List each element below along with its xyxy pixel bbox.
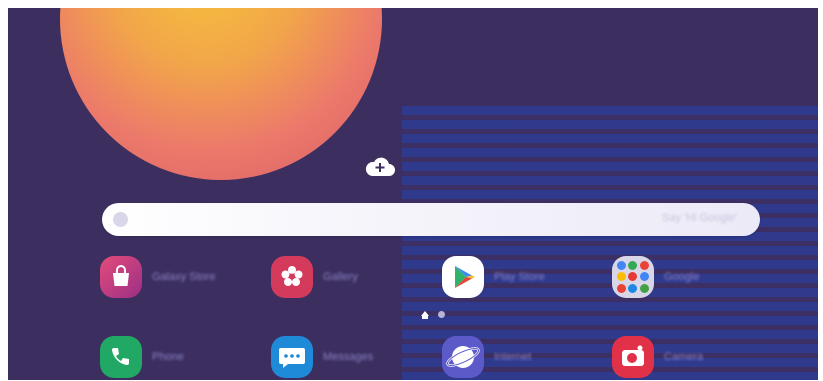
search-placeholder: Say 'Hi Google' <box>662 212 738 224</box>
wallpaper-sun <box>60 8 382 180</box>
app-label: Messages <box>323 351 374 363</box>
app-gallery[interactable]: Gallery <box>271 256 431 304</box>
flower-icon <box>271 256 313 298</box>
app-label: Camera <box>664 351 704 363</box>
phone-icon <box>100 336 142 378</box>
app-google-folder[interactable]: Google <box>612 256 772 304</box>
app-label: Gallery <box>323 271 358 283</box>
app-label: Play Store <box>494 271 545 283</box>
internet-icon <box>442 336 484 378</box>
search-bar[interactable]: Say 'Hi Google' <box>102 203 760 236</box>
page-dot[interactable] <box>438 311 445 318</box>
play-store-icon <box>442 256 484 298</box>
app-galaxy-store[interactable]: Galaxy Store <box>100 256 260 304</box>
app-label: Google <box>664 271 700 283</box>
app-internet[interactable]: Internet <box>442 336 602 380</box>
app-camera[interactable]: Camera <box>612 336 772 380</box>
shopping-bag-icon <box>100 256 142 298</box>
app-label: Internet <box>494 351 532 363</box>
app-label: Galaxy Store <box>152 271 216 283</box>
app-play-store[interactable]: Play Store <box>442 256 602 304</box>
app-label: Phone <box>152 351 184 363</box>
messages-icon <box>271 336 313 378</box>
home-screen: Say 'Hi Google' Galaxy Store Gallery Pla… <box>8 8 818 380</box>
google-g-icon <box>113 212 128 227</box>
cloud-add-icon[interactable] <box>364 156 396 178</box>
camera-icon <box>612 336 654 378</box>
home-page-icon[interactable] <box>421 311 429 319</box>
app-messages[interactable]: Messages <box>271 336 431 380</box>
app-phone[interactable]: Phone <box>100 336 260 380</box>
folder-icon <box>612 256 654 298</box>
